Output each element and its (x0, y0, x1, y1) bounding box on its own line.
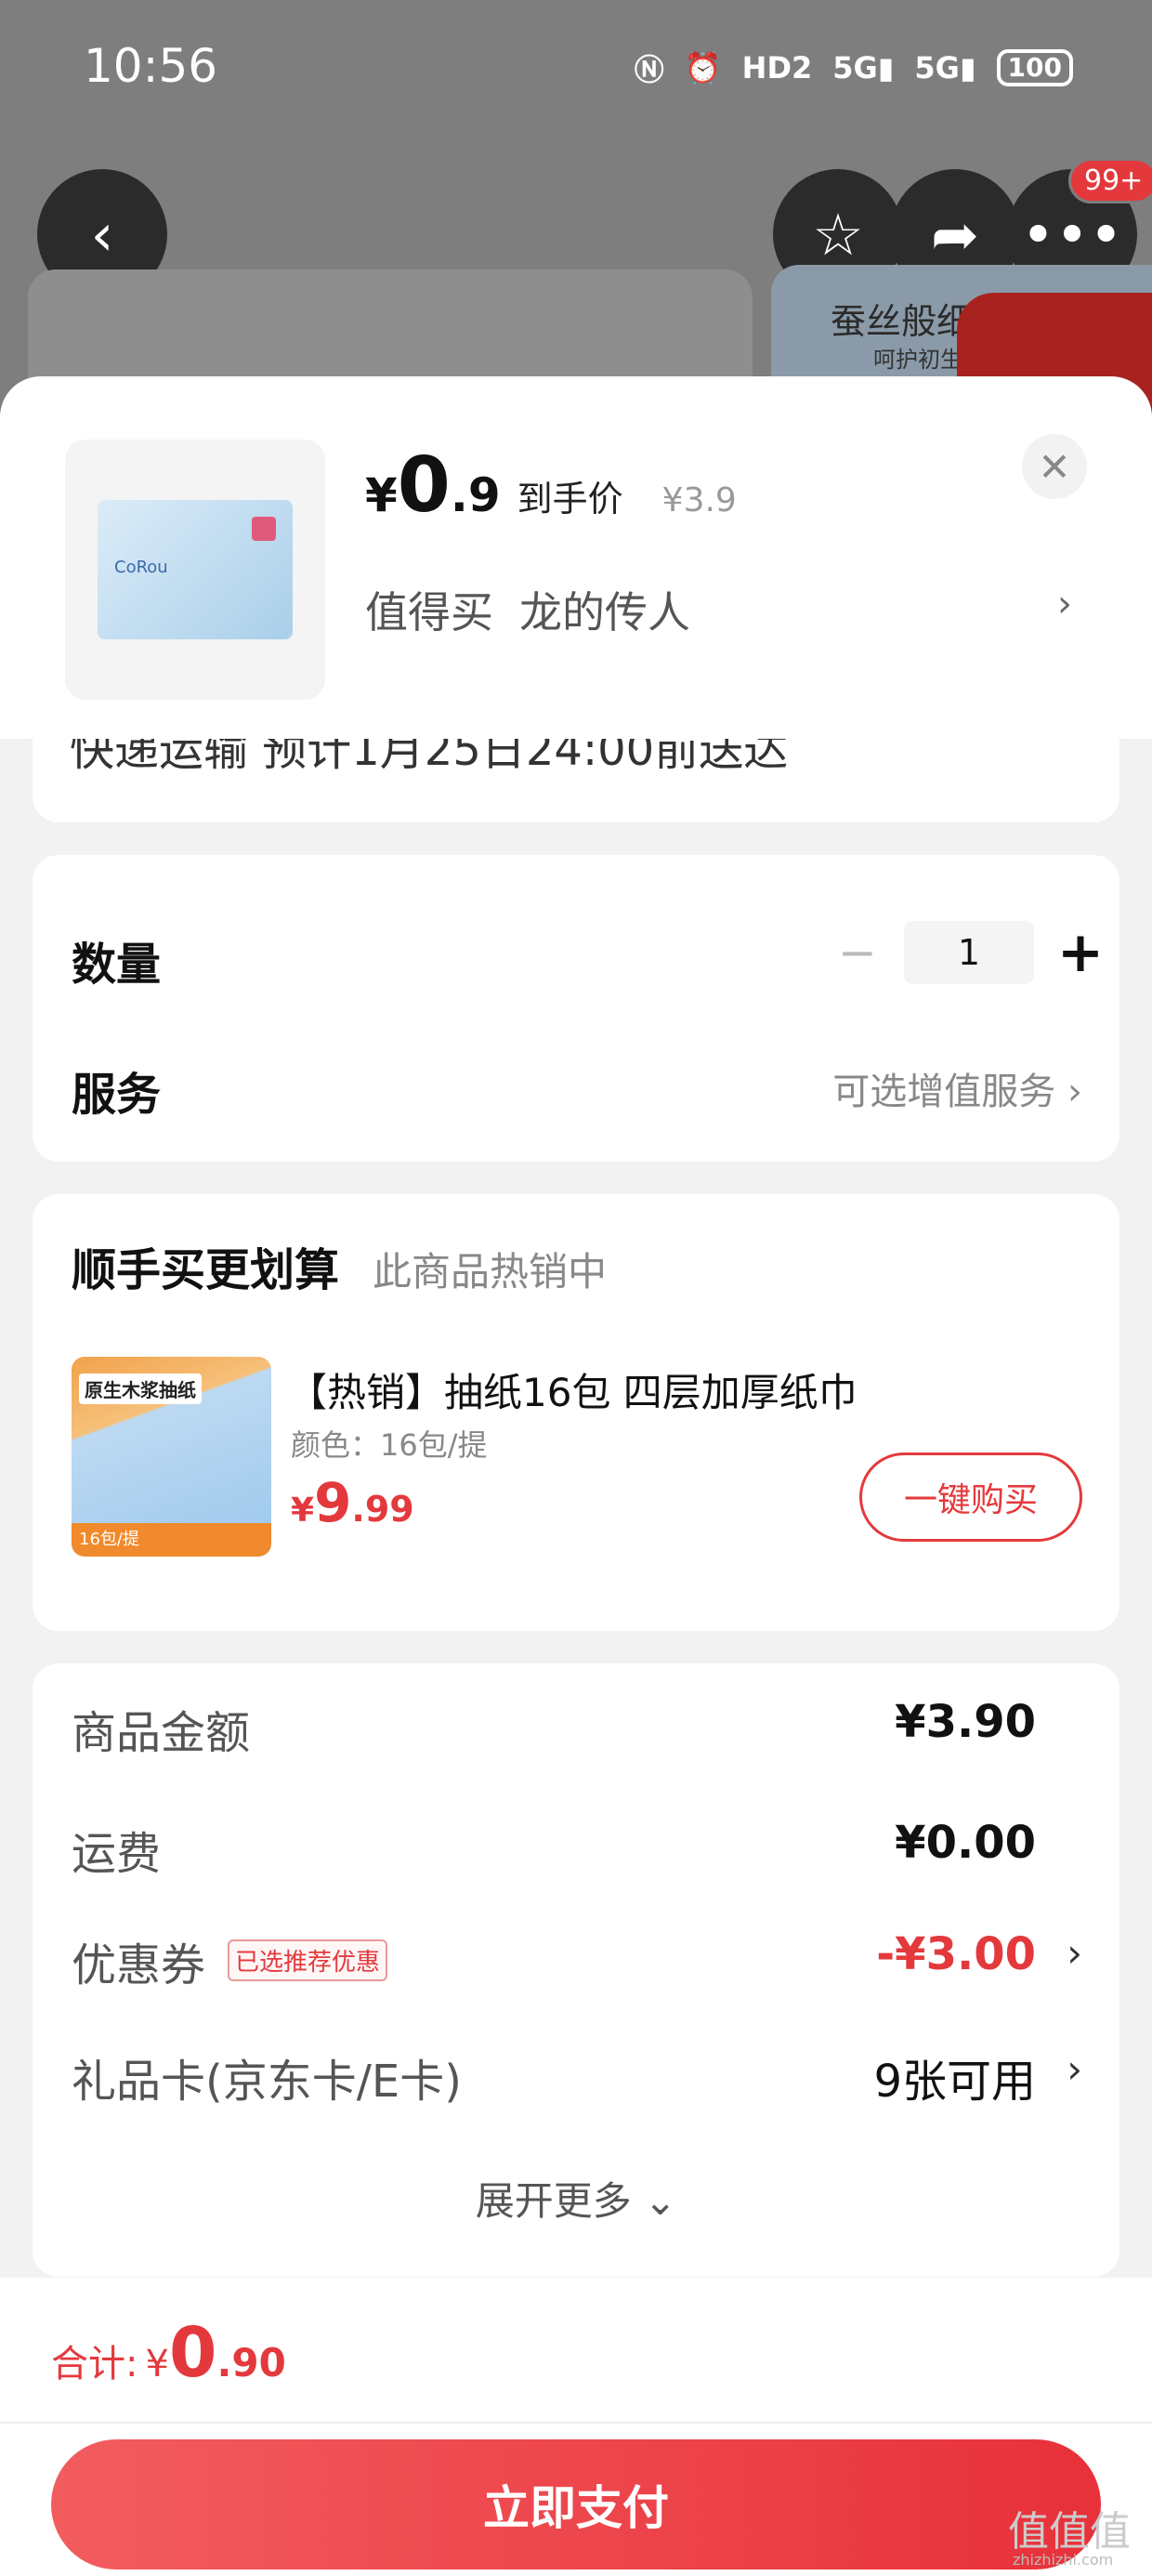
spec-tag: 龙的传人 (519, 587, 690, 637)
promo-subtitle: 呵护初生 (873, 347, 962, 373)
recommended-product-image[interactable]: 原生木浆抽纸 16包/提 (72, 1357, 271, 1557)
delivery-estimate: 快递运输 预计1月25日24:00前送达 (70, 739, 789, 776)
summary-row-gift-card[interactable]: 礼品卡(京东卡/E卡) 9张可用 › (72, 2044, 1082, 2119)
selected-spec[interactable]: 值得买 龙的传人 (365, 579, 690, 640)
summary-label: 商品金额 (72, 1707, 251, 1759)
total-integer: 0 (168, 2313, 217, 2393)
total-price: 合计: ¥ 0 .90 (51, 2313, 286, 2393)
chevron-right-icon[interactable]: › (1057, 583, 1072, 625)
status-time: 10:56 (84, 39, 218, 93)
product-image-text: CoRou (114, 558, 168, 577)
quantity-input[interactable]: 1 (904, 921, 1034, 984)
chevron-right-icon: › (1067, 2046, 1082, 2092)
price-decimal: .9 (450, 468, 501, 522)
one-click-buy-button[interactable]: 一键购买 (859, 1452, 1082, 1542)
checkout-sheet: CoRou ¥ 0 .9 到手价 ¥3.9 ✕ 值得买 龙的传人 › 快递运输 预… (0, 376, 1152, 2576)
sheet-header: CoRou ¥ 0 .9 到手价 ¥3.9 ✕ 值得买 龙的传人 › (0, 376, 1152, 739)
recommended-product-price: ¥ 9 .99 (291, 1471, 414, 1534)
product-thumbnail[interactable]: CoRou (65, 440, 325, 700)
chevron-right-icon: › (1067, 1071, 1082, 1113)
product-image: CoRou (98, 500, 293, 639)
summary-label: 优惠券 (72, 1939, 206, 1991)
signal-5g-icon-2: 5G▮ (914, 50, 976, 85)
spec-tag: 值得买 (365, 587, 493, 637)
quantity-minus-button[interactable]: − (820, 926, 895, 979)
summary-label: 礼品卡(京东卡/E卡) (72, 2056, 462, 2108)
checkout-screen: 10:56 Ⓝ ⏰ HD2 5G▮ 5G▮ 100 ‹ ☆ ➦ ••• 99+ … (0, 0, 1152, 2576)
summary-value: ¥0.00 (895, 1817, 1036, 1869)
original-price: ¥3.9 (661, 481, 737, 519)
summary-row-shipping: 运费 ¥0.00 (72, 1817, 1082, 1891)
recommended-image-footer: 16包/提 (72, 1523, 271, 1557)
summary-label: 运费 (72, 1828, 162, 1880)
quantity-service-card: 数量 − 1 + 服务 可选增值服务 › (33, 855, 1119, 1162)
background-product-page: 10:56 Ⓝ ⏰ HD2 5G▮ 5G▮ 100 ‹ ☆ ➦ ••• 99+ … (0, 0, 1152, 455)
summary-value: 9张可用 (873, 2056, 1036, 2108)
recommended-price-currency: ¥ (291, 1492, 315, 1530)
recommended-price-decimal: .99 (351, 1489, 414, 1530)
service-label: 服务 (72, 1069, 162, 1121)
price-currency: ¥ (365, 468, 398, 522)
recommendation-subtitle: 此商品热销中 (373, 1249, 608, 1295)
recommendation-card: 顺手买更划算 此商品热销中 原生木浆抽纸 16包/提 【热销】抽纸16包 四层加… (33, 1194, 1119, 1631)
alarm-icon: ⏰ (684, 50, 722, 85)
hd-icon: HD2 (741, 50, 813, 85)
divider (0, 2422, 1152, 2424)
close-icon: ✕ (1038, 443, 1071, 490)
final-price-label: 到手价 (517, 479, 623, 519)
expand-more-button[interactable]: 展开更多 ⌄ (33, 2170, 1119, 2227)
expand-more-label: 展开更多 (475, 2178, 632, 2224)
recommended-product-color: 颜色：16包/提 (291, 1427, 488, 1463)
watermark-text: 值值值 (1008, 2508, 1131, 2556)
chevron-down-icon: ⌄ (644, 2178, 677, 2224)
total-label: 合计: (51, 2343, 138, 2385)
price-integer: 0 (397, 441, 451, 530)
recommended-product-name[interactable]: 【热销】抽纸16包 四层加厚纸巾 (288, 1361, 857, 1418)
coupon-recommended-tag: 已选推荐优惠 (228, 1939, 388, 1981)
pay-now-button[interactable]: 立即支付 (51, 2439, 1101, 2569)
service-selector[interactable]: 可选增值服务 › (832, 1061, 1082, 1115)
service-value: 可选增值服务 (832, 1071, 1056, 1113)
price-row: ¥ 0 .9 到手价 ¥3.9 (365, 441, 737, 530)
nfc-icon: Ⓝ (634, 52, 664, 87)
signal-5g-icon: 5G▮ (832, 50, 895, 85)
delivery-card: 快递运输 预计1月25日24:00前送达 (33, 739, 1119, 822)
status-bar: 10:56 Ⓝ ⏰ HD2 5G▮ 5G▮ 100 (0, 0, 1152, 139)
recommendation-title: 顺手买更划算 (72, 1244, 340, 1296)
message-count-badge: 99+ (1068, 158, 1152, 204)
battery-icon: 100 (996, 49, 1073, 86)
chevron-right-icon: › (1067, 1930, 1082, 1976)
total-currency: ¥ (145, 2343, 169, 2385)
close-button[interactable]: ✕ (1022, 434, 1087, 499)
recommended-image-tag: 原生木浆抽纸 (79, 1373, 202, 1404)
price-summary-card: 商品金额 ¥3.90 运费 ¥0.00 优惠券 已选推荐优惠 -¥3.00 › … (33, 1663, 1119, 2277)
chevron-left-icon: ‹ (90, 200, 114, 269)
quantity-stepper: − 1 + (820, 920, 1118, 985)
bottom-pay-bar: 合计: ¥ 0 .90 立即支付 (0, 2278, 1152, 2576)
watermark-url: zhizhizhi.com (1013, 2551, 1114, 2569)
quantity-label: 数量 (72, 939, 162, 991)
total-decimal: .90 (216, 2340, 286, 2385)
share-icon: ➦ (931, 200, 979, 269)
summary-value: ¥3.90 (895, 1696, 1036, 1748)
quantity-plus-button[interactable]: + (1043, 920, 1118, 985)
status-icons: Ⓝ ⏰ HD2 5G▮ 5G▮ 100 (635, 46, 1073, 89)
summary-row-coupon[interactable]: 优惠券 已选推荐优惠 -¥3.00 › (72, 1928, 1082, 2003)
summary-value: -¥3.00 (876, 1928, 1036, 1980)
product-image-mark (252, 517, 276, 541)
summary-row-goods: 商品金额 ¥3.90 (72, 1696, 1082, 1770)
star-icon: ☆ (812, 200, 864, 269)
recommended-price-integer: 9 (314, 1471, 352, 1534)
more-dots-icon: ••• (1021, 200, 1123, 269)
